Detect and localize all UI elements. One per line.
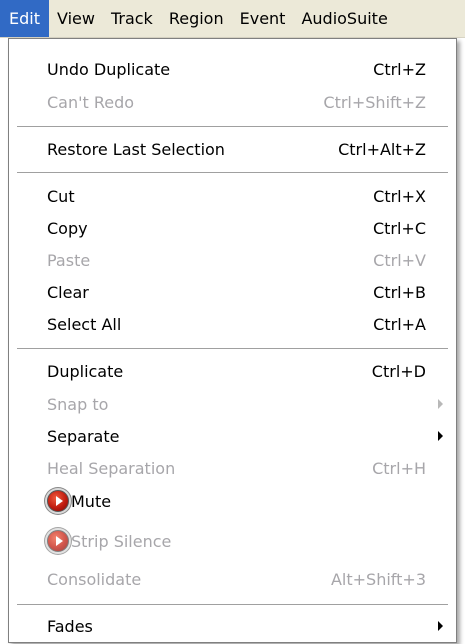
menu-separator	[17, 126, 448, 128]
menu-item-label: Paste	[47, 250, 91, 270]
menu-item-shortcut: Ctrl+X	[373, 186, 426, 206]
menu-bar: Edit View Track Region Event AudioSuite	[0, 0, 465, 38]
menu-item-label: Duplicate	[47, 361, 124, 381]
menu-item-label: Select All	[47, 314, 122, 334]
menu-item-consolidate: Consolidate Alt+Shift+3	[9, 561, 456, 597]
menu-item-shortcut: Ctrl+D	[371, 361, 426, 381]
menu-item-label: Strip Silence	[71, 531, 172, 551]
menu-item-select-all[interactable]: Select All Ctrl+A	[9, 306, 456, 342]
menu-item-label: Separate	[47, 426, 120, 446]
menu-separator	[17, 604, 448, 606]
menu-item-shortcut: Ctrl+C	[372, 218, 426, 238]
menu-item-label: Clear	[47, 282, 89, 302]
menu-item-shortcut: Ctrl+Shift+Z	[323, 92, 426, 112]
menu-item-shortcut: Ctrl+Z	[373, 59, 426, 79]
menu-item-label: Cut	[47, 186, 75, 206]
menu-item-label: Fades	[47, 616, 93, 636]
menu-item-shortcut: Ctrl+Alt+Z	[338, 139, 426, 159]
menu-item-strip-silence: Strip Silence	[9, 523, 456, 559]
menu-item-cant-redo: Can't Redo Ctrl+Shift+Z	[9, 84, 456, 120]
menu-item-label: Undo Duplicate	[47, 59, 171, 79]
menu-audiosuite[interactable]: AudioSuite	[293, 0, 395, 37]
menu-item-mute[interactable]: Mute	[9, 483, 456, 519]
menu-item-cut[interactable]: Cut Ctrl+X	[9, 178, 456, 214]
menu-item-snap-to: Snap to	[9, 386, 456, 422]
menu-item-shortcut: Ctrl+V	[373, 250, 426, 270]
submenu-arrow-icon	[438, 431, 443, 441]
menu-item-shortcut: Ctrl+H	[372, 458, 426, 478]
menu-item-separate[interactable]: Separate	[9, 418, 456, 454]
menu-separator	[17, 172, 448, 174]
menu-item-label: Copy	[47, 218, 88, 238]
menu-item-shortcut: Ctrl+B	[373, 282, 426, 302]
menu-item-label: Snap to	[47, 394, 109, 414]
menu-separator	[17, 348, 448, 350]
menu-item-copy[interactable]: Copy Ctrl+C	[9, 210, 456, 246]
menu-item-shortcut: Alt+Shift+3	[330, 569, 426, 589]
menu-view[interactable]: View	[49, 0, 103, 37]
menu-edit[interactable]: Edit	[0, 0, 49, 37]
menu-item-restore-last-selection[interactable]: Restore Last Selection Ctrl+Alt+Z	[9, 131, 456, 167]
submenu-arrow-icon	[438, 621, 443, 631]
menu-item-label: Mute	[71, 491, 112, 511]
menu-event[interactable]: Event	[232, 0, 294, 37]
menu-item-heal-separation: Heal Separation Ctrl+H	[9, 450, 456, 486]
audiosuite-plugin-icon	[47, 490, 69, 512]
audiosuite-plugin-icon	[47, 530, 69, 552]
menu-item-label: Consolidate	[47, 569, 142, 589]
menu-item-label: Restore Last Selection	[47, 139, 225, 159]
submenu-arrow-icon	[438, 399, 443, 409]
menu-item-clear[interactable]: Clear Ctrl+B	[9, 274, 456, 310]
menu-item-undo-duplicate[interactable]: Undo Duplicate Ctrl+Z	[9, 51, 456, 87]
menu-region[interactable]: Region	[161, 0, 232, 37]
menu-item-shortcut: Ctrl+A	[373, 314, 426, 334]
menu-track[interactable]: Track	[103, 0, 161, 37]
edit-dropdown-menu: Undo Duplicate Ctrl+Z Can't Redo Ctrl+Sh…	[8, 38, 457, 643]
menu-item-fades[interactable]: Fades	[9, 608, 456, 644]
menu-item-label: Heal Separation	[47, 458, 176, 478]
menu-item-paste: Paste Ctrl+V	[9, 242, 456, 278]
menu-item-label: Can't Redo	[47, 92, 135, 112]
menu-item-duplicate[interactable]: Duplicate Ctrl+D	[9, 353, 456, 389]
